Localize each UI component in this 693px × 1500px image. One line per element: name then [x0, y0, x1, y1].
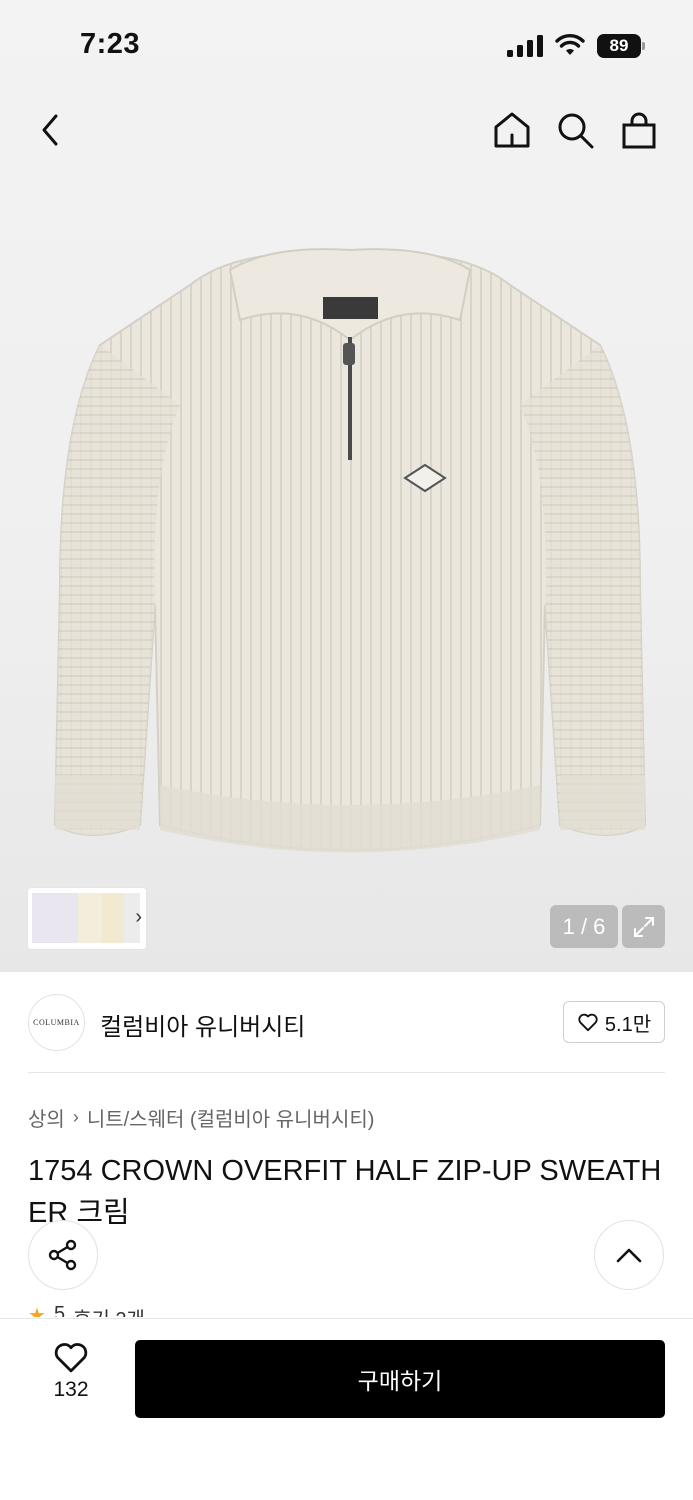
thumbnail[interactable]	[78, 893, 102, 943]
thumbnail-strip[interactable]: ›	[28, 888, 146, 949]
brand-like-button[interactable]: 5.1만	[563, 1001, 665, 1043]
breadcrumb: 상의 › 니트/스웨터 (컬럼비아 유니버시티)	[28, 1103, 374, 1132]
thumbnail[interactable]	[32, 893, 78, 943]
review-count[interactable]: 후기 2개	[73, 1303, 145, 1317]
brand-name[interactable]: 컬럼비아 유니버시티	[100, 1007, 305, 1042]
shopping-bag-icon	[622, 112, 656, 149]
rating-row[interactable]: ★ 5 후기 2개	[28, 1303, 145, 1317]
scroll-to-top-button[interactable]	[594, 1220, 664, 1290]
product-image-area[interactable]: 7:23 89 › 1 / 6	[0, 0, 693, 972]
back-chevron-icon	[42, 114, 58, 146]
back-button[interactable]	[28, 108, 72, 152]
cellular-signal-icon	[507, 35, 543, 57]
star-icon: ★	[28, 1305, 46, 1317]
product-title: 1754 CROWN OVERFIT HALF ZIP-UP SWEATHER …	[28, 1155, 662, 1229]
wifi-icon	[555, 34, 585, 55]
divider	[28, 1072, 665, 1073]
brand-logo[interactable]: COLUMBIA	[28, 994, 85, 1051]
expand-icon	[633, 916, 654, 937]
battery-level: 89	[597, 34, 641, 58]
chevron-up-icon	[616, 1248, 642, 1263]
breadcrumb-category[interactable]: 상의	[28, 1103, 65, 1132]
home-button[interactable]	[490, 108, 534, 152]
battery-icon: 89	[597, 34, 645, 58]
status-time: 7:23	[80, 28, 141, 60]
search-button[interactable]	[553, 108, 597, 152]
product-image[interactable]	[40, 225, 660, 885]
home-icon	[494, 112, 530, 148]
expand-button[interactable]	[622, 905, 665, 948]
share-button[interactable]	[28, 1220, 98, 1290]
share-icon	[48, 1239, 77, 1271]
cart-button[interactable]	[617, 108, 661, 152]
status-bar: 7:23 89	[0, 0, 693, 92]
rating-value: 5	[53, 1303, 66, 1317]
buy-button[interactable]: 구매하기	[135, 1340, 665, 1418]
wishlist-button[interactable]: 132	[40, 1340, 102, 1412]
brand-logo-text: COLUMBIA	[33, 1018, 80, 1027]
thumbnail[interactable]	[102, 893, 124, 943]
breadcrumb-subcategory[interactable]: 니트/스웨터 (컬럼비아 유니버시티)	[87, 1103, 375, 1132]
wishlist-count: 132	[53, 1378, 89, 1401]
search-icon	[558, 113, 594, 149]
chevron-right-icon: ›	[72, 1107, 79, 1127]
image-page-counter: 1 / 6	[550, 905, 618, 948]
heart-icon	[578, 1013, 598, 1032]
heart-icon	[54, 1343, 88, 1373]
brand-like-count: 5.1만	[604, 1013, 652, 1036]
chevron-right-icon[interactable]: ›	[135, 906, 142, 929]
